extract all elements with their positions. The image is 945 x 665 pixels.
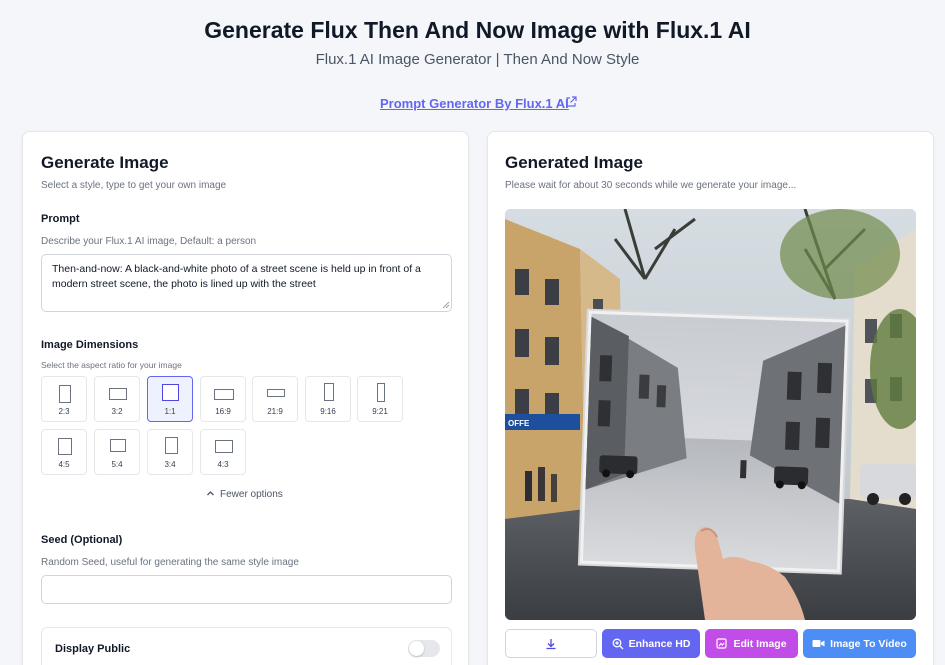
ratio-label: 5:4	[111, 460, 123, 469]
zoom-in-icon	[612, 638, 624, 649]
display-public-row: Display Public	[41, 627, 452, 665]
ratio-shape-icon	[324, 383, 334, 401]
ratio-label: 1:1	[164, 407, 176, 416]
generated-image-title: Generated Image	[505, 153, 643, 172]
video-camera-icon	[812, 640, 825, 647]
seed-hint: Random Seed, useful for generating the s…	[41, 557, 299, 568]
prompt-label: Prompt	[41, 213, 80, 225]
generate-image-subtitle: Select a style, type to get your own ima…	[41, 180, 227, 191]
ratio-label: 3:2	[111, 407, 123, 416]
ratio-option-1-1[interactable]: 1:1	[147, 376, 193, 422]
generated-image[interactable]: OFFE	[505, 209, 916, 620]
download-icon	[546, 638, 556, 649]
ratio-label: 9:21	[372, 407, 388, 416]
enhance-hd-button[interactable]: Enhance HD	[602, 629, 700, 658]
page-subtitle: Flux.1 AI Image Generator | Then And Now…	[315, 51, 640, 68]
ratio-option-4-5[interactable]: 4:5	[41, 429, 87, 475]
ratio-option-2-3[interactable]: 2:3	[41, 376, 87, 422]
ratio-shape-icon	[58, 438, 72, 455]
image-to-video-label: Image To Video	[830, 637, 907, 650]
ratio-label: 21:9	[267, 407, 283, 416]
external-link-icon[interactable]	[565, 96, 577, 108]
ratio-label: 2:3	[58, 407, 70, 416]
ratio-option-9-16[interactable]: 9:16	[305, 376, 351, 422]
ratio-option-3-4[interactable]: 3:4	[147, 429, 193, 475]
fewer-options-toggle[interactable]: Fewer options	[206, 489, 283, 500]
ratio-option-9-21[interactable]: 9:21	[357, 376, 403, 422]
display-public-label: Display Public	[55, 643, 131, 655]
ratio-shape-icon	[162, 384, 179, 401]
ratio-shape-icon	[377, 383, 385, 402]
ratio-shape-icon	[267, 389, 285, 397]
ratio-option-3-2[interactable]: 3:2	[94, 376, 140, 422]
ratio-option-5-4[interactable]: 5:4	[94, 429, 140, 475]
prompt-generator-link[interactable]: Prompt Generator By Flux.1 AI	[380, 96, 569, 111]
ratio-option-21-9[interactable]: 21:9	[252, 376, 298, 422]
generate-image-title: Generate Image	[41, 153, 169, 172]
fewer-options-label: Fewer options	[220, 489, 283, 500]
ratio-option-16-9[interactable]: 16:9	[200, 376, 246, 422]
seed-input[interactable]	[41, 575, 452, 604]
ratio-label: 4:3	[217, 460, 229, 469]
image-dimensions-label: Image Dimensions	[41, 339, 139, 351]
ratio-shape-icon	[109, 388, 127, 400]
edit-image-label: Edit Image	[733, 637, 787, 650]
generated-image-subtitle: Please wait for about 30 seconds while w…	[505, 180, 797, 191]
enhance-hd-label: Enhance HD	[628, 637, 691, 650]
display-public-toggle[interactable]	[408, 640, 440, 657]
then-and-now-photo: OFFE	[505, 209, 916, 620]
edit-image-icon	[716, 637, 728, 649]
image-dimensions-hint: Select the aspect ratio for your image	[41, 360, 182, 370]
ratio-label: 3:4	[164, 460, 176, 469]
generate-image-panel: Generate Image Select a style, type to g…	[22, 131, 469, 665]
toggle-knob	[409, 641, 424, 656]
ratio-label: 16:9	[215, 407, 231, 416]
ratio-shape-icon	[110, 439, 126, 452]
edit-image-button[interactable]: Edit Image	[705, 629, 798, 658]
resize-grip-icon[interactable]	[442, 301, 450, 309]
image-to-video-button[interactable]: Image To Video	[803, 629, 916, 658]
ratio-shape-icon	[214, 389, 234, 400]
ratio-shape-icon	[59, 385, 71, 403]
ratio-label: 9:16	[320, 407, 336, 416]
seed-label: Seed (Optional)	[41, 534, 123, 546]
prompt-textarea[interactable]: Then-and-now: A black-and-white photo of…	[41, 254, 452, 312]
download-button[interactable]	[505, 629, 597, 658]
ratio-label: 4:5	[58, 460, 70, 469]
ratio-shape-icon	[165, 437, 178, 454]
chevron-up-icon	[207, 491, 214, 496]
shop-sign-text: OFFE	[508, 419, 530, 428]
ratio-option-4-3[interactable]: 4:3	[200, 429, 246, 475]
generated-image-panel: Generated Image Please wait for about 30…	[487, 131, 934, 665]
prompt-hint: Describe your Flux.1 AI image, Default: …	[41, 236, 257, 247]
page-title: Generate Flux Then And Now Image with Fl…	[204, 17, 751, 43]
ratio-shape-icon	[215, 440, 233, 453]
